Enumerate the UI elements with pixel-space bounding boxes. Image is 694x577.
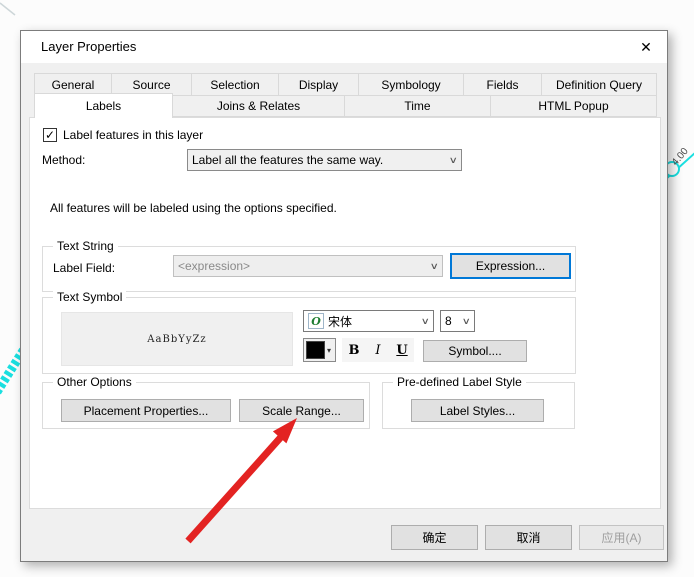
- screenshot-stage: 4.00 Layer Properties ✕ General Source S…: [0, 0, 694, 577]
- dropdown-arrow-icon: ▾: [327, 345, 332, 355]
- tab-joins-relates[interactable]: Joins & Relates: [172, 95, 345, 117]
- method-dropdown-value: Label all the features the same way.: [192, 153, 384, 167]
- button-label: 取消: [516, 531, 541, 545]
- font-family-dropdown[interactable]: O 宋体 ∨: [303, 310, 434, 332]
- font-family-value: 宋体: [328, 314, 353, 329]
- tab-label: Display: [298, 77, 339, 92]
- opentype-font-icon: O: [308, 313, 324, 329]
- other-options-group: Other Options Placement Properties... Sc…: [42, 375, 370, 429]
- bold-button[interactable]: B: [343, 339, 365, 361]
- label-field-dropdown: <expression> ∨: [173, 255, 443, 277]
- tab-label: Time: [404, 99, 431, 113]
- format-button-strip: B I U: [342, 338, 414, 362]
- preview-sample-text: AaBbYyZz: [147, 333, 207, 345]
- text-string-legend: Text String: [53, 239, 118, 253]
- options-description: All features will be labeled using the o…: [50, 201, 337, 215]
- close-icon[interactable]: ✕: [635, 37, 657, 57]
- tab-label: Definition Query: [555, 77, 643, 92]
- title-bar: Layer Properties ✕: [21, 31, 667, 63]
- layer-properties-dialog: Layer Properties ✕ General Source Select…: [20, 30, 668, 562]
- color-swatch: [306, 341, 325, 359]
- tab-selection[interactable]: Selection: [191, 73, 279, 96]
- button-label: Label Styles...: [439, 403, 516, 418]
- label-field-value: <expression>: [178, 259, 251, 273]
- expression-button[interactable]: Expression...: [450, 253, 571, 279]
- tab-time[interactable]: Time: [344, 95, 491, 117]
- text-string-group: Text String Label Field: <expression> ∨ …: [42, 239, 576, 292]
- checkmark-icon: ✓: [44, 128, 56, 142]
- dialog-title: Layer Properties: [41, 39, 137, 54]
- ok-button[interactable]: 确定: [391, 525, 478, 550]
- button-label: Symbol....: [448, 344, 502, 358]
- chevron-down-icon: ∨: [462, 315, 472, 326]
- scale-range-button[interactable]: Scale Range...: [239, 399, 364, 422]
- label-features-checkbox[interactable]: ✓: [43, 128, 57, 142]
- other-options-legend: Other Options: [53, 375, 136, 389]
- button-label: 确定: [422, 531, 447, 545]
- chevron-down-icon: ∨: [430, 260, 440, 271]
- tab-label: HTML Popup: [538, 99, 609, 113]
- tab-label: Fields: [486, 77, 519, 92]
- method-label: Method:: [42, 153, 86, 167]
- text-color-picker[interactable]: ▾: [303, 338, 336, 362]
- label-field-label: Label Field:: [53, 261, 116, 275]
- tab-label: Symbology: [381, 77, 441, 92]
- cancel-button[interactable]: 取消: [485, 525, 572, 550]
- label-features-checkbox-label: Label features in this layer: [63, 128, 204, 142]
- tab-label: General: [51, 77, 95, 92]
- method-dropdown[interactable]: Label all the features the same way. ∨: [187, 149, 462, 171]
- tab-label: Selection: [210, 77, 260, 92]
- button-label: 应用(A): [601, 531, 642, 545]
- predefined-label-style-legend: Pre-defined Label Style: [393, 375, 526, 389]
- button-label: Scale Range...: [262, 403, 341, 418]
- apply-button: 应用(A): [579, 525, 664, 550]
- tab-definition-query[interactable]: Definition Query: [541, 73, 657, 96]
- tab-label: Labels: [85, 99, 122, 113]
- label-styles-button[interactable]: Label Styles...: [411, 399, 544, 422]
- text-symbol-legend: Text Symbol: [53, 290, 127, 304]
- underline-button[interactable]: U: [391, 339, 413, 361]
- tab-display[interactable]: Display: [278, 73, 359, 96]
- predefined-label-style-group: Pre-defined Label Style Label Styles...: [382, 375, 575, 429]
- placement-properties-button[interactable]: Placement Properties...: [61, 399, 231, 422]
- map-line: [0, 2, 16, 16]
- font-size-value: 8: [445, 314, 452, 328]
- map-elevation-label: 4.00: [670, 146, 691, 168]
- tab-label: Joins & Relates: [216, 99, 301, 113]
- labels-tab-page: ✓ Label features in this layer Method: L…: [29, 117, 661, 509]
- tab-html-popup[interactable]: HTML Popup: [490, 95, 657, 117]
- button-label: Expression...: [475, 259, 546, 273]
- chevron-down-icon: ∨: [449, 154, 459, 165]
- tab-symbology[interactable]: Symbology: [358, 73, 464, 96]
- button-label: Placement Properties...: [83, 403, 209, 418]
- symbol-button[interactable]: Symbol....: [423, 340, 527, 362]
- text-symbol-preview: AaBbYyZz: [61, 312, 293, 366]
- text-symbol-group: Text Symbol AaBbYyZz O 宋体 ∨ 8 ∨ ▾ B I U …: [42, 290, 576, 374]
- tab-fields[interactable]: Fields: [463, 73, 542, 96]
- italic-button[interactable]: I: [367, 339, 389, 361]
- chevron-down-icon: ∨: [421, 315, 431, 326]
- tab-labels[interactable]: Labels: [34, 93, 173, 118]
- font-size-dropdown[interactable]: 8 ∨: [440, 310, 475, 332]
- tab-label: Source: [132, 77, 171, 92]
